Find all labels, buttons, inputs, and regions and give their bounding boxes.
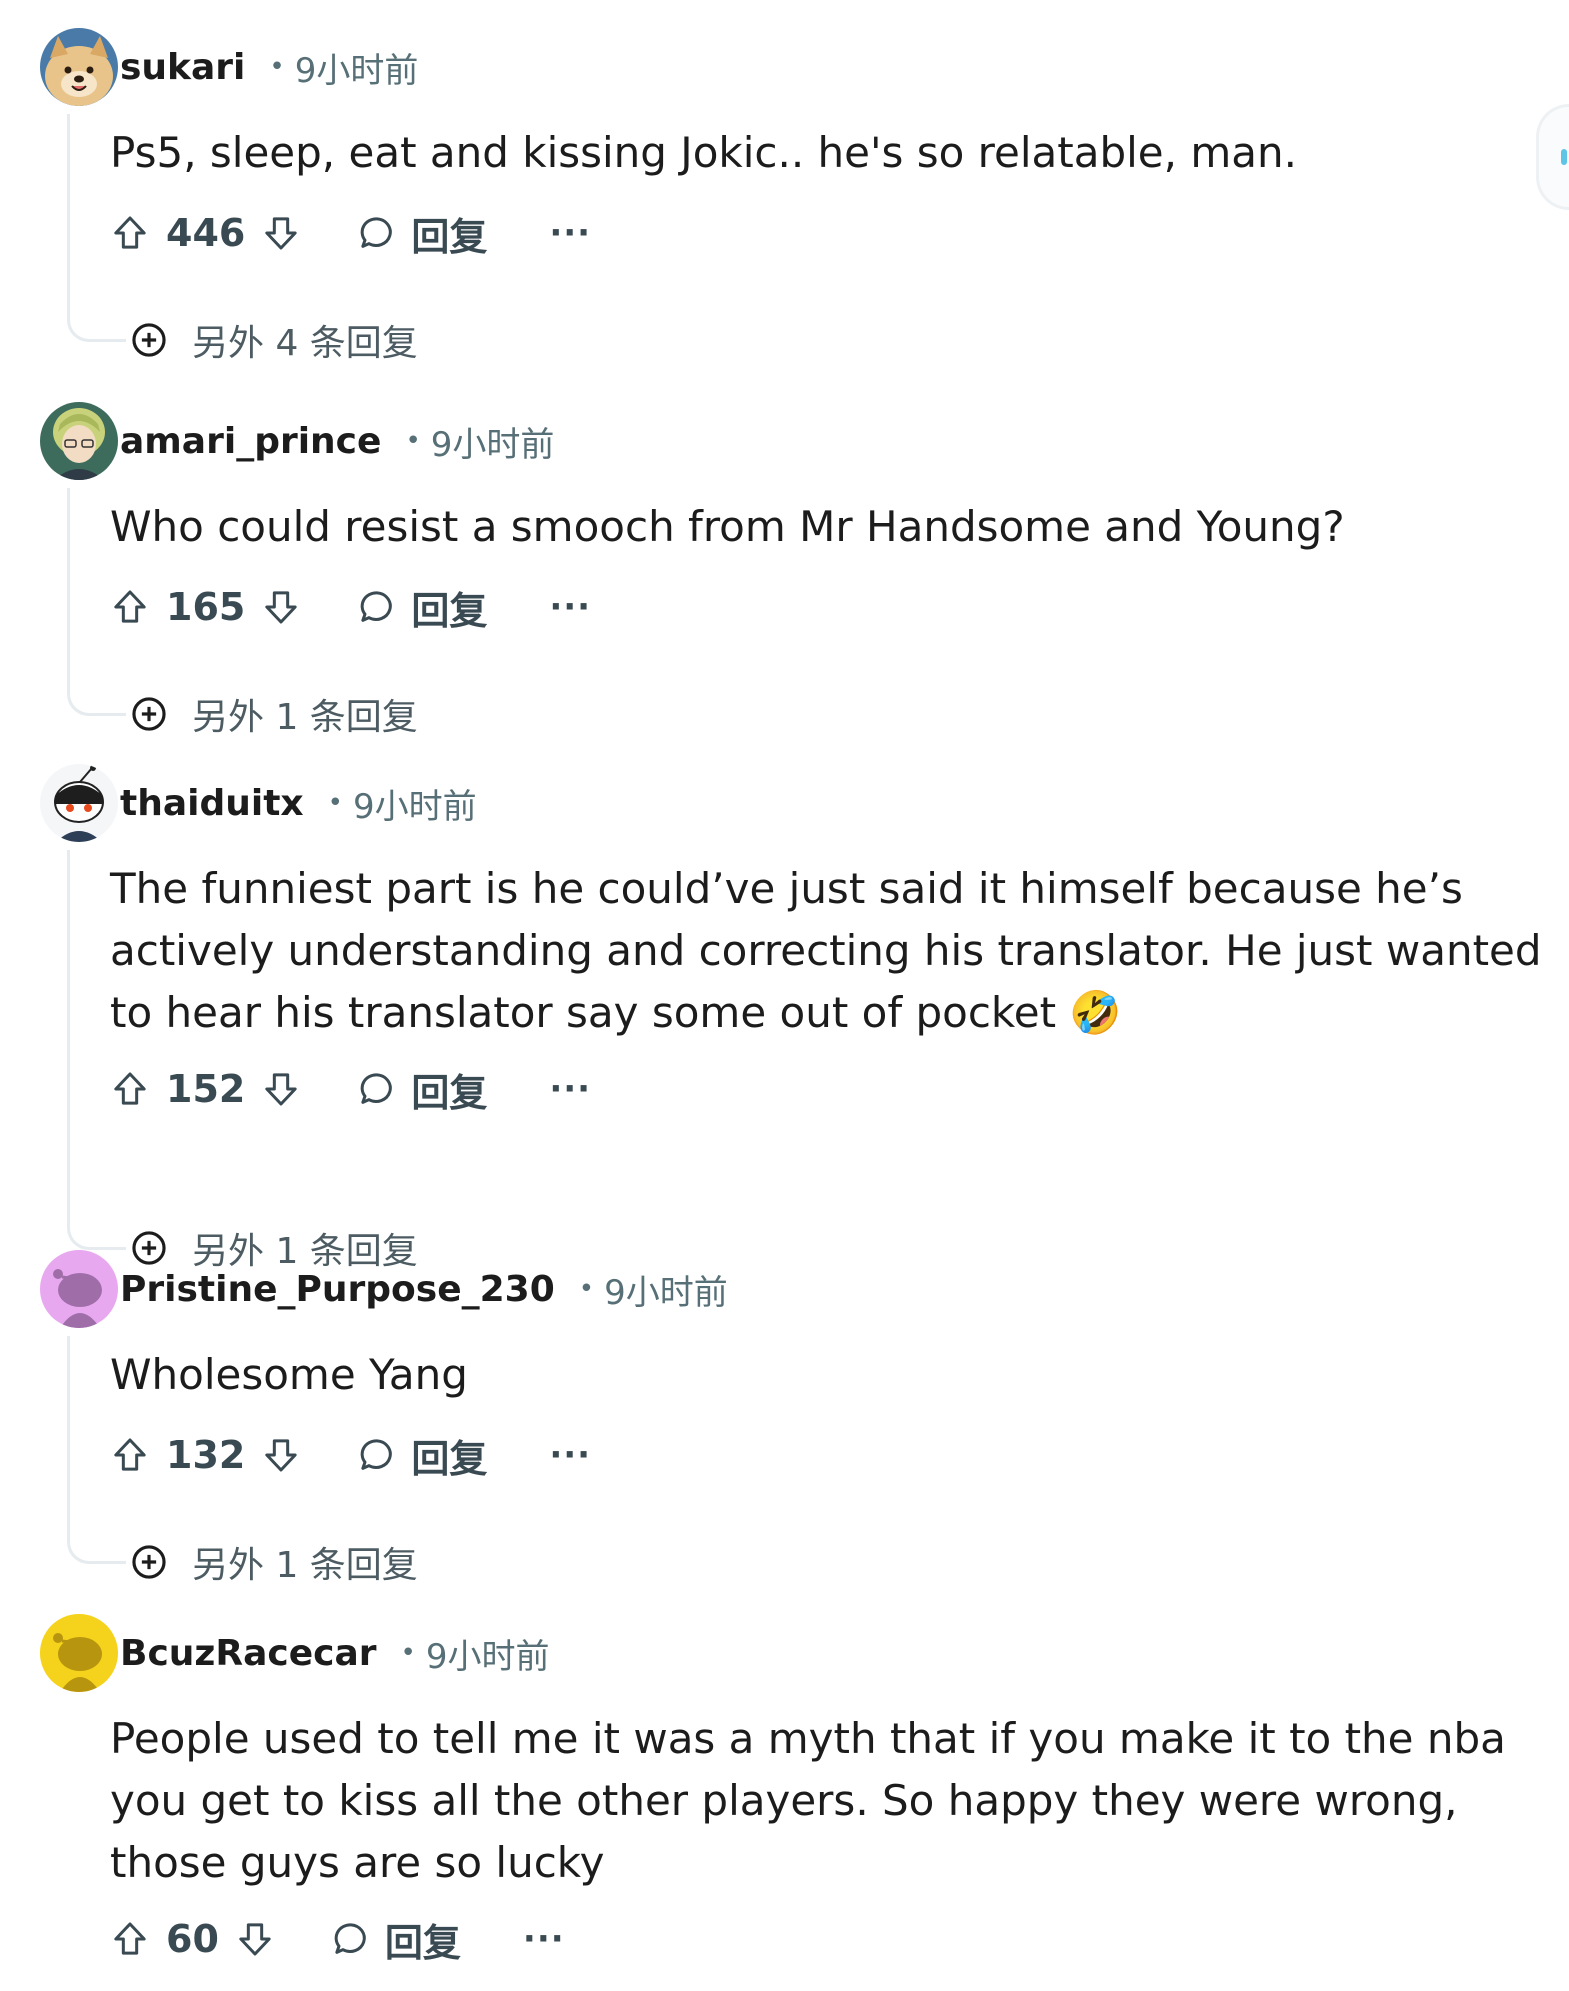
comment-actions: 446 回复 ··· (110, 205, 591, 261)
comment-actions: 152 回复 ··· (110, 1061, 591, 1117)
comment-body: Ps5, sleep, eat and kissing Jokic.. he's… (110, 128, 1297, 177)
upvote-arrow-icon (114, 216, 146, 249)
speech-bubble-icon (360, 217, 393, 248)
downvote-button[interactable] (261, 1435, 301, 1475)
more-options-button[interactable]: ··· (549, 587, 591, 627)
user-avatar[interactable] (40, 1250, 118, 1328)
username[interactable]: sukari (120, 47, 245, 88)
username[interactable]: amari_prince (120, 421, 381, 462)
timestamp: 9小时前 (294, 50, 419, 91)
plus-circle-icon (132, 323, 166, 357)
downvote-arrow-icon (265, 217, 297, 250)
vote-count: 132 (166, 1433, 246, 1477)
timestamp: 9小时前 (352, 786, 477, 827)
more-options-button[interactable]: ··· (523, 1919, 565, 1959)
separator-dot: • (405, 426, 421, 456)
reply-label: 回复 (384, 1920, 461, 1965)
more-replies-label: 另外 4 条回复 (192, 323, 418, 364)
user-avatar[interactable] (40, 28, 118, 106)
timestamp: 9小时前 (425, 1636, 550, 1677)
upvote-button[interactable] (110, 213, 150, 253)
upvote-button[interactable] (110, 1069, 150, 1109)
reply-button[interactable]: 回复 (331, 1912, 461, 1967)
dog-avatar-icon (40, 28, 118, 106)
downvote-button[interactable] (235, 1919, 275, 1959)
timestamp: 9小时前 (430, 424, 555, 465)
more-options-button[interactable]: ··· (549, 213, 591, 253)
timestamp: 9小时前 (604, 1272, 728, 1313)
upvote-button[interactable] (110, 1435, 150, 1475)
reply-button[interactable]: 回复 (357, 206, 487, 261)
speech-bubble-icon (360, 1073, 393, 1104)
downvote-arrow-icon (239, 1923, 271, 1956)
user-avatar[interactable] (40, 402, 118, 480)
anime-character-avatar-icon (40, 402, 118, 480)
vote-count: 152 (166, 1067, 246, 1111)
downvote-button[interactable] (261, 1069, 301, 1109)
reply-button[interactable]: 回复 (357, 1428, 487, 1483)
comment-body: Wholesome Yang (110, 1350, 468, 1399)
side-scroll-handle[interactable] (1536, 104, 1569, 210)
reply-label: 回复 (411, 588, 488, 633)
upvote-button[interactable] (110, 1919, 150, 1959)
vote-count: 446 (166, 211, 246, 255)
more-replies-label: 另外 1 条回复 (192, 1545, 418, 1586)
upvote-arrow-icon (114, 1438, 146, 1471)
downvote-arrow-icon (265, 591, 297, 624)
upvote-arrow-icon (114, 590, 146, 623)
default-snoo-avatar-icon (40, 1250, 118, 1328)
vote-count: 60 (166, 1917, 219, 1961)
more-replies-label: 另外 1 条回复 (192, 697, 418, 738)
downvote-arrow-icon (265, 1073, 297, 1106)
separator-dot: • (327, 788, 343, 818)
reply-label: 回复 (411, 1070, 488, 1115)
reply-label: 回复 (411, 214, 488, 259)
separator-dot: • (269, 52, 285, 82)
speech-bubble-icon (360, 1439, 393, 1470)
snoo-ninja-avatar-icon (40, 764, 118, 842)
separator-dot: • (578, 1274, 595, 1304)
reply-button[interactable]: 回复 (357, 580, 487, 635)
speech-bubble-icon (360, 591, 393, 622)
separator-dot: • (400, 1638, 416, 1668)
comment-body: Who could resist a smooch from Mr Handso… (110, 502, 1345, 551)
plus-circle-icon (132, 697, 166, 731)
more-options-button[interactable]: ··· (549, 1435, 591, 1475)
comment-actions: 132 回复 ··· (110, 1427, 591, 1483)
upvote-arrow-icon (114, 1922, 146, 1955)
downvote-button[interactable] (261, 587, 301, 627)
user-avatar[interactable] (40, 764, 118, 842)
downvote-button[interactable] (261, 213, 301, 253)
more-replies-link[interactable]: 另外 1 条回复 (130, 686, 418, 742)
username[interactable]: BcuzRacecar (120, 1633, 377, 1674)
username[interactable]: Pristine_Purpose_230 (120, 1269, 555, 1310)
plus-circle-icon (132, 1545, 166, 1579)
comment-body: The funniest part is he could’ve just sa… (110, 864, 1542, 1037)
user-avatar[interactable] (40, 1614, 118, 1692)
comment-actions: 60 回复 ··· (110, 1911, 565, 1967)
reply-button[interactable]: 回复 (357, 1062, 487, 1117)
upvote-arrow-icon (114, 1072, 146, 1105)
username[interactable]: thaiduitx (120, 783, 304, 824)
upvote-button[interactable] (110, 587, 150, 627)
default-snoo-avatar-icon (40, 1614, 118, 1692)
vote-count: 165 (166, 585, 246, 629)
more-replies-link[interactable]: 另外 1 条回复 (130, 1534, 418, 1590)
more-replies-link[interactable]: 另外 4 条回复 (130, 312, 418, 368)
speech-bubble-icon (334, 1923, 366, 1954)
more-options-button[interactable]: ··· (549, 1069, 591, 1109)
comment-actions: 165 回复 ··· (110, 579, 591, 635)
downvote-arrow-icon (265, 1439, 297, 1472)
reply-label: 回复 (411, 1436, 488, 1481)
comment-body: People used to tell me it was a myth tha… (110, 1714, 1506, 1887)
